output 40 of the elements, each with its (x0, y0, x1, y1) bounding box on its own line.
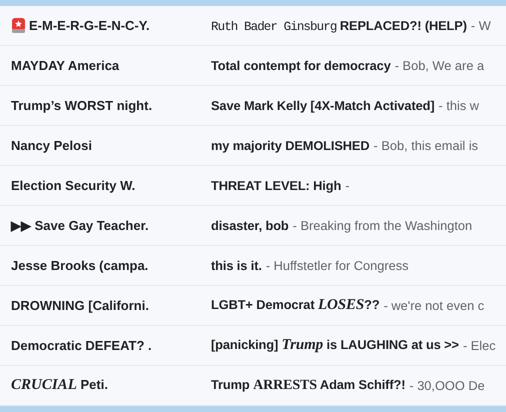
email-row[interactable]: E-M-E-R-G-E-N-C-Y. Ruth Bader Ginsburg REPLACED?! (HELP) - W (0, 6, 506, 46)
sender-name: DROWNING [Californi. (11, 298, 149, 313)
sender-name: Nancy Pelosi (11, 138, 92, 153)
email-snippet: - we're not even c (384, 298, 484, 313)
email-row[interactable]: Election Security W. THREAT LEVEL: High - (0, 166, 506, 206)
email-subject: [panicking] Trump is LAUGHING at us >> (211, 337, 459, 354)
sender-name: Trump’s WORST night. (11, 98, 152, 113)
sender-name: MAYDAY America (11, 58, 120, 73)
email-subject: Trump ARRESTS Adam Schiff?! (211, 377, 406, 394)
email-snippet: - Huffstetler for Congress (266, 258, 409, 273)
email-row[interactable]: Democratic DEFEAT? . [panicking] Trump is LAUGHING at us >> - Elec (0, 326, 506, 366)
email-snippet: - Breaking from the Washington (292, 218, 472, 233)
email-snippet: - this w (438, 98, 480, 113)
email-snippet: - W (470, 18, 491, 33)
email-row[interactable]: Nancy Pelosi my majority DEMOLISHED - Bob, this email is (0, 126, 506, 166)
email-subject: Ruth Bader Ginsburg REPLACED?! (HELP) (211, 18, 467, 34)
email-snippet: - Bob, this email is (374, 138, 478, 153)
email-row[interactable]: DROWNING [Californi. LGBT+ Democrat LOSES?? - we're not even c (0, 286, 506, 326)
sender-name: Election Security W. (11, 178, 136, 193)
email-subject: disaster, bob (211, 218, 289, 233)
email-row[interactable]: ▶▶ Save Gay Teacher. disaster, bob - Breaking from the Washington (0, 206, 506, 246)
email-snippet: - Bob, We are a (394, 58, 484, 73)
email-row[interactable]: Trump’s WORST night. Save Mark Kelly [4X-Match Activated] - this w (0, 86, 506, 126)
sender-name: Democratic DEFEAT? . (11, 338, 152, 353)
email-row[interactable]: CRUCIAL Peti. Trump ARRESTS Adam Schiff?! - 30,OOO De (0, 366, 506, 406)
email-subject: this is it. (211, 258, 262, 273)
sender-name: CRUCIAL Peti. (11, 377, 108, 394)
email-snippet: - 30,OOO De (409, 378, 485, 393)
email-row[interactable]: Jesse Brooks (campa. this is it. - Huffstetler for Congress (0, 246, 506, 286)
email-subject: Save Mark Kelly [4X-Match Activated] (211, 98, 435, 113)
email-subject: LGBT+ Democrat LOSES?? (211, 297, 380, 314)
email-subject: THREAT LEVEL: High (211, 178, 342, 193)
email-snippet: - (345, 178, 350, 193)
sender-name: Jesse Brooks (campa. (11, 258, 148, 273)
sender-name: E-M-E-R-G-E-N-C-Y. (29, 18, 150, 33)
email-subject: my majority DEMOLISHED (211, 138, 370, 153)
sender-name: ▶▶ Save Gay Teacher. (11, 218, 149, 233)
email-row[interactable]: MAYDAY America Total contempt for democracy - Bob, We are a (0, 46, 506, 86)
email-snippet: - Elec (462, 338, 496, 353)
email-subject: Total contempt for democracy (211, 58, 391, 73)
